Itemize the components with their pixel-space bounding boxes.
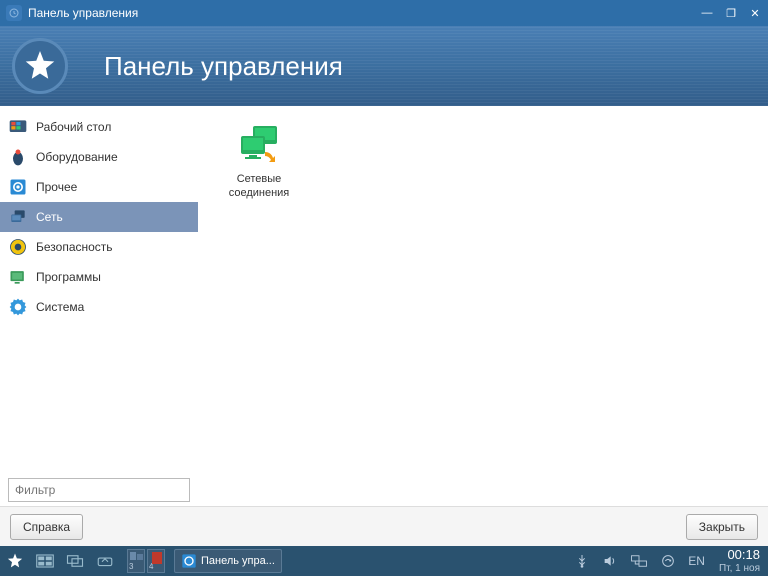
maximize-button[interactable]: ❐ bbox=[724, 6, 738, 20]
taskbar-task-control-panel[interactable]: Панель упра... bbox=[174, 549, 282, 573]
close-button[interactable]: ✕ bbox=[748, 6, 762, 20]
clock-time: 00:18 bbox=[727, 548, 760, 562]
minimize-button[interactable]: — bbox=[700, 6, 714, 20]
app-icon bbox=[6, 5, 22, 21]
header: Панель управления bbox=[0, 26, 768, 106]
taskbar: 3 4 Панель упра... EN 00:18 Пт, 1 ноя bbox=[0, 546, 768, 576]
usb-tray-icon[interactable] bbox=[568, 546, 596, 576]
sidebar-item-label: Рабочий стол bbox=[36, 120, 111, 134]
close-dialog-button[interactable]: Закрыть bbox=[686, 514, 758, 540]
footer: Справка Закрыть bbox=[0, 506, 768, 546]
sidebar-item-system[interactable]: Система bbox=[0, 292, 198, 322]
help-button[interactable]: Справка bbox=[10, 514, 83, 540]
gear-icon bbox=[8, 177, 28, 197]
sidebar-item-other[interactable]: Прочее bbox=[0, 172, 198, 202]
mouse-icon bbox=[8, 147, 28, 167]
content-item-network-connections[interactable]: Сетевые соединения bbox=[214, 116, 304, 205]
header-title: Панель управления bbox=[104, 51, 343, 82]
tray-button[interactable] bbox=[90, 546, 120, 576]
sidebar-item-desktop[interactable]: Рабочий стол bbox=[0, 112, 198, 142]
pager[interactable]: 3 4 bbox=[120, 546, 172, 576]
sidebar-item-label: Программы bbox=[36, 270, 101, 284]
volume-tray-icon[interactable] bbox=[596, 546, 624, 576]
titlebar: Панель управления — ❐ ✕ bbox=[0, 0, 768, 26]
keyboard-layout[interactable]: EN bbox=[682, 546, 711, 576]
system-gear-icon bbox=[8, 297, 28, 317]
window-title: Панель управления bbox=[28, 6, 138, 20]
content-area: Сетевые соединения bbox=[198, 106, 768, 506]
header-star-icon bbox=[12, 38, 68, 94]
sidebar-item-label: Прочее bbox=[36, 180, 77, 194]
desktop-icon bbox=[8, 117, 28, 137]
clock-date: Пт, 1 ноя bbox=[719, 563, 760, 574]
sync-tray-icon[interactable] bbox=[654, 546, 682, 576]
sidebar-item-label: Безопасность bbox=[36, 240, 113, 254]
programs-icon bbox=[8, 267, 28, 287]
sidebar-item-programs[interactable]: Программы bbox=[0, 262, 198, 292]
sidebar-item-label: Система bbox=[36, 300, 84, 314]
start-button[interactable] bbox=[0, 546, 30, 576]
network-icon bbox=[8, 207, 28, 227]
network-connections-icon bbox=[235, 120, 283, 168]
sidebar-item-label: Оборудование bbox=[36, 150, 118, 164]
pager-workspace-4[interactable]: 4 bbox=[147, 549, 165, 573]
content-item-label: Сетевые соединения bbox=[218, 172, 300, 201]
sidebar-item-security[interactable]: Безопасность bbox=[0, 232, 198, 262]
shield-icon bbox=[8, 237, 28, 257]
sidebar-item-network[interactable]: Сеть bbox=[0, 202, 198, 232]
sidebar-item-label: Сеть bbox=[36, 210, 63, 224]
network-tray-icon[interactable] bbox=[624, 546, 654, 576]
sidebar-item-hardware[interactable]: Оборудование bbox=[0, 142, 198, 172]
taskbar-task-label: Панель упра... bbox=[201, 555, 275, 567]
window-list-button[interactable] bbox=[60, 546, 90, 576]
show-desktop-button[interactable] bbox=[30, 546, 60, 576]
pager-workspace-3[interactable]: 3 bbox=[127, 549, 145, 573]
filter-input[interactable] bbox=[8, 478, 190, 502]
clock[interactable]: 00:18 Пт, 1 ноя bbox=[711, 548, 768, 573]
sidebar: Рабочий стол Оборудование Прочее bbox=[0, 106, 198, 506]
